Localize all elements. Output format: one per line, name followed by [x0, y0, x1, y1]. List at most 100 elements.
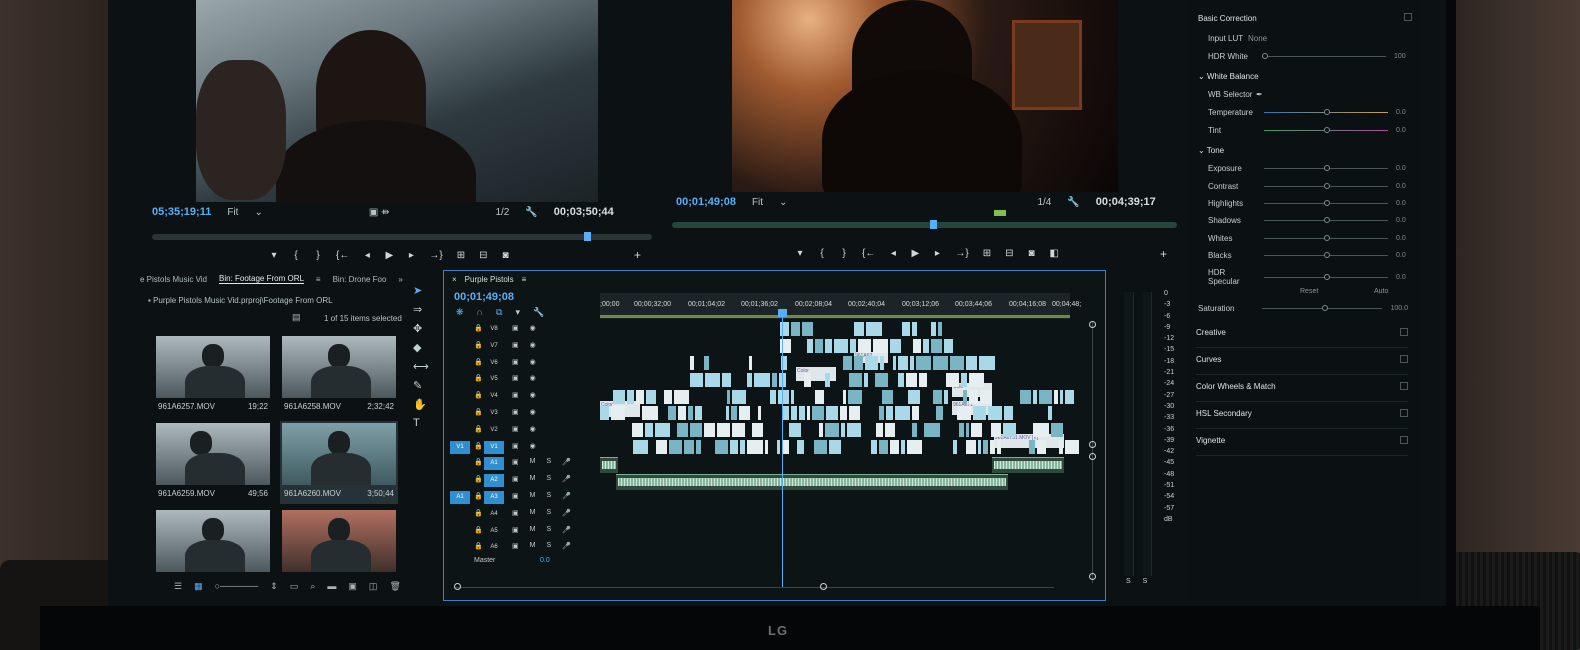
video-clip[interactable]: [1033, 390, 1037, 404]
video-clip[interactable]: [957, 406, 971, 420]
go-to-out-icon[interactable]: →}: [955, 248, 968, 259]
lock-icon[interactable]: 🔒: [474, 475, 483, 483]
video-clip[interactable]: [825, 423, 839, 437]
marker-icon[interactable]: ▾: [270, 250, 278, 261]
video-clip[interactable]: [924, 423, 940, 437]
program-scrubber[interactable]: [672, 210, 1177, 229]
ripple-edit-tool-icon[interactable]: ✥: [413, 322, 429, 335]
video-clip[interactable]: [843, 356, 852, 370]
video-clip[interactable]: [938, 322, 942, 336]
video-clip[interactable]: [814, 440, 827, 454]
lock-icon[interactable]: 🔒: [474, 442, 483, 450]
lock-icon[interactable]: 🔒: [474, 526, 483, 534]
mark-out-icon[interactable]: }: [840, 248, 848, 259]
add-marker-icon[interactable]: ▾: [515, 307, 520, 318]
settings-wrench-icon[interactable]: 🔧: [533, 307, 544, 318]
video-clip[interactable]: [807, 339, 813, 353]
video-clip[interactable]: [886, 406, 893, 420]
tab-bin-footage[interactable]: Bin: Footage From ORL: [219, 274, 304, 284]
video-clip[interactable]: [789, 423, 801, 437]
camera-icon[interactable]: ◙: [501, 250, 509, 261]
video-clip[interactable]: [825, 373, 830, 387]
video-clip[interactable]: [961, 373, 967, 387]
video-clip[interactable]: [912, 322, 917, 336]
video-clip[interactable]: [1065, 440, 1079, 454]
video-clip[interactable]: [931, 322, 936, 336]
tone-header[interactable]: ⌄ Tone: [1198, 146, 1224, 155]
track-select-tool-icon[interactable]: ⇒: [413, 303, 429, 316]
video-clip[interactable]: [600, 406, 609, 420]
video-clip[interactable]: [834, 339, 848, 353]
marker-icon[interactable]: ▾: [796, 248, 804, 259]
video-clip[interactable]: [782, 440, 789, 454]
video-clip[interactable]: [865, 356, 878, 370]
solo-left-button[interactable]: S: [1126, 578, 1131, 585]
video-clip[interactable]: [885, 423, 895, 437]
video-clip[interactable]: [747, 373, 752, 387]
auto-button[interactable]: Auto: [1374, 288, 1388, 295]
video-clip[interactable]: [758, 406, 761, 420]
source-playhead[interactable]: [584, 232, 591, 241]
contrast-slider[interactable]: [1264, 183, 1388, 189]
new-item-icon[interactable]: ▣: [348, 581, 357, 592]
mute-icon[interactable]: M: [530, 542, 536, 550]
mark-in-icon[interactable]: {: [818, 248, 826, 259]
video-clip[interactable]: [645, 423, 653, 437]
clip-thumbnail[interactable]: [280, 508, 398, 591]
video-clip[interactable]: [850, 339, 856, 353]
video-clip[interactable]: [715, 440, 728, 454]
source-fit-select[interactable]: Fit: [227, 207, 238, 218]
solo-icon[interactable]: S: [546, 526, 551, 534]
video-clip[interactable]: [933, 390, 942, 404]
mark-out-icon[interactable]: }: [314, 250, 322, 261]
video-clip[interactable]: [732, 423, 745, 437]
video-clip[interactable]: [1037, 440, 1046, 454]
video-clip[interactable]: [807, 406, 810, 420]
video-clip[interactable]: [739, 406, 750, 420]
trash-icon[interactable]: 🗑: [389, 581, 400, 592]
video-clip[interactable]: [898, 356, 908, 370]
video-clip[interactable]: [791, 322, 800, 336]
color-wheels-checkbox[interactable]: [1400, 382, 1408, 390]
hsl-secondary-section[interactable]: HSL Secondary: [1196, 409, 1408, 429]
curves-section[interactable]: Curves: [1196, 355, 1408, 375]
video-clip[interactable]: [936, 406, 943, 420]
video-clip[interactable]: [732, 390, 746, 404]
video-clip[interactable]: [754, 373, 770, 387]
video-clip[interactable]: [848, 390, 862, 404]
video-clip[interactable]: [627, 390, 634, 404]
video-clip[interactable]: [749, 356, 752, 370]
video-clip[interactable]: [841, 423, 845, 437]
video-clip[interactable]: [854, 356, 863, 370]
lock-icon[interactable]: 🔒: [474, 341, 483, 349]
step-back-icon[interactable]: ◂: [363, 250, 371, 261]
hsl-secondary-checkbox[interactable]: [1400, 409, 1408, 417]
program-fit-select[interactable]: Fit: [752, 197, 763, 208]
program-resolution-select[interactable]: 1/4: [1037, 197, 1051, 208]
video-clip[interactable]: [695, 406, 702, 420]
video-clip[interactable]: [690, 373, 703, 387]
video-clip[interactable]: [847, 423, 861, 437]
video-clip[interactable]: [791, 406, 797, 420]
video-clip[interactable]: [966, 356, 977, 370]
close-icon[interactable]: ×: [452, 275, 457, 284]
hdr-white-slider[interactable]: [1262, 53, 1386, 59]
lock-icon[interactable]: 🔒: [474, 542, 483, 550]
video-clip[interactable]: [849, 373, 862, 387]
video-clip[interactable]: [704, 356, 709, 370]
hand-tool-icon[interactable]: ✋: [413, 398, 429, 411]
video-clip[interactable]: [655, 423, 670, 437]
video-clip[interactable]: [1054, 390, 1058, 404]
video-clip[interactable]: [983, 440, 988, 454]
video-clip[interactable]: [895, 406, 910, 420]
lock-icon[interactable]: 🔒: [474, 324, 483, 332]
lock-icon[interactable]: 🔒: [474, 458, 483, 466]
video-clip[interactable]: [997, 440, 1001, 454]
sync-icon[interactable]: ▣: [512, 425, 519, 433]
video-clip[interactable]: [825, 339, 832, 353]
clip-thumbnail[interactable]: 961A6258.MOV 2;32;42: [280, 334, 398, 417]
video-clip[interactable]: [902, 322, 910, 336]
sync-icon[interactable]: ▣: [512, 492, 519, 500]
step-back-icon[interactable]: ◂: [889, 248, 897, 259]
video-clip[interactable]: [722, 373, 731, 387]
